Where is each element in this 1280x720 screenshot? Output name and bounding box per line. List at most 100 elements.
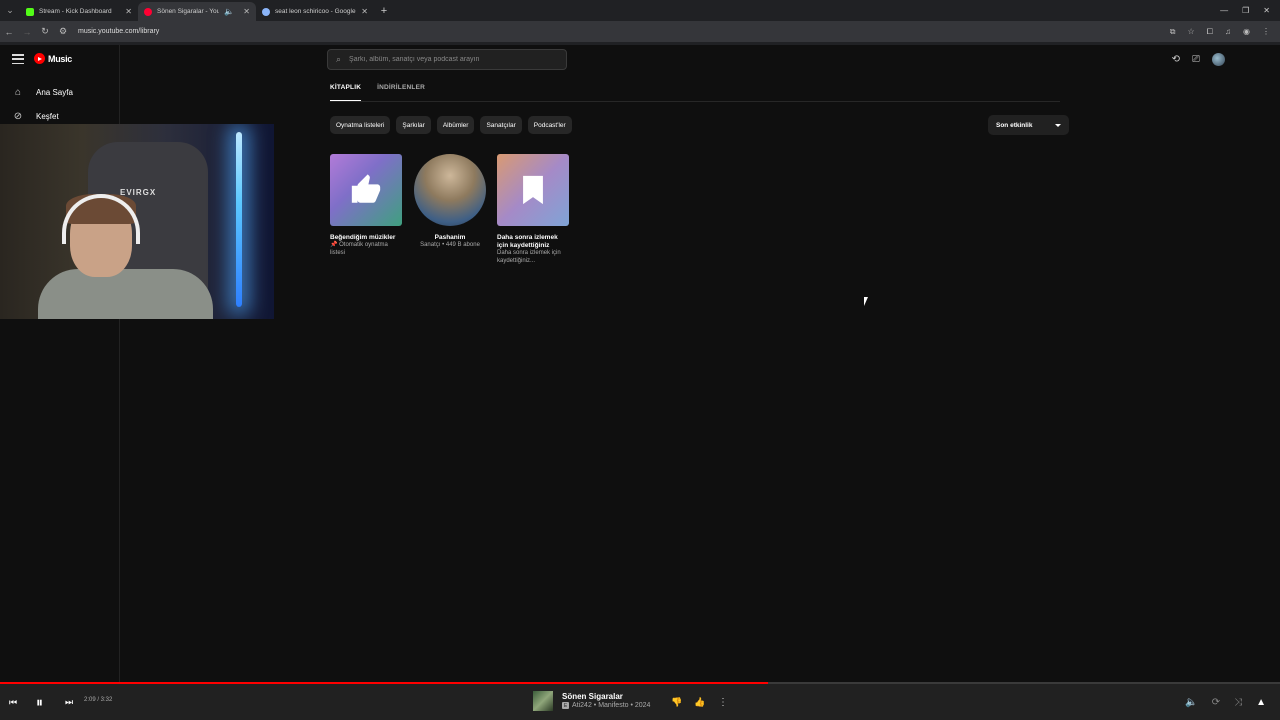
dropdown-caret-icon [1055,123,1061,127]
card-title: Pashanim [434,234,466,241]
google-favicon-icon [262,7,270,16]
card-subtitle: Sanatçı • 449 B abone [420,242,480,248]
minimize-icon[interactable]: — [1220,6,1228,15]
sort-label: Son etkinlik [996,121,1033,129]
expand-player-icon[interactable]: ▲ [1256,697,1266,708]
led-light-bar [236,132,242,307]
browser-tab-google[interactable]: seat leon schiricoo - Google'da ✕ [256,2,374,21]
search-box[interactable]: ⌕ [327,49,567,70]
tab-title: Stream - Kick Dashboard [39,8,112,15]
tab-title: seat leon schiricoo - Google'da [275,8,357,15]
bookmark-star-icon[interactable]: ☆ [1187,27,1194,36]
reload-icon[interactable]: ↻ [36,26,54,37]
time-readout: 2:09 / 3:32 [84,697,113,703]
close-tab-icon[interactable]: ✕ [361,7,368,16]
shuffle-icon[interactable]: ⤨ [1234,697,1242,708]
mouse-cursor-icon [864,297,868,306]
play-logo-icon [34,53,45,64]
close-window-icon[interactable]: ✕ [1263,6,1270,15]
site-info-icon[interactable]: ⚙ [54,26,72,37]
tab-downloads[interactable]: İNDİRİLENLER [377,80,425,101]
track-subtitle: E Ati242 • Manifesto • 2024 [562,702,650,709]
hamburger-menu-icon[interactable] [12,54,24,64]
album-art[interactable] [533,691,553,711]
back-icon[interactable]: ← [0,27,18,37]
close-tab-icon[interactable]: ✕ [125,7,132,16]
browser-menu-icon[interactable]: ⋮ [1262,27,1270,36]
tab-title: Sönen Sigaralar - YouTube [157,8,220,15]
more-options-icon[interactable]: ⋮ [718,684,728,720]
window-controls: — ❐ ✕ [1220,6,1280,15]
artist-avatar [414,154,486,226]
address-bar: ← → ↻ ⚙ music.youtube.com/library ⧉ ☆ ⧠ … [0,21,1280,42]
compass-icon: ⊘ [13,110,23,122]
new-tab-icon[interactable]: + [374,5,394,17]
chip-artists[interactable]: Sanatçılar [480,116,522,134]
close-tab-icon[interactable]: ✕ [243,7,250,16]
chip-podcasts[interactable]: Podcast'ler [527,116,572,134]
search-input[interactable] [349,56,550,63]
sidebar-item-explore[interactable]: ⊘ Keşfet [12,110,59,122]
library-card-watch-later[interactable]: Daha sonra izlemek için kaydettiğiniz Da… [497,154,569,265]
home-icon: ⌂ [14,86,22,98]
player-right-controls: 🔈 ⟳ ⤨ ▲ [1185,684,1266,720]
tab-library[interactable]: KİTAPLIK [330,80,362,101]
thumbs-up-icon [351,174,381,203]
profile-icon[interactable]: ◉ [1243,27,1250,36]
library-card-artist[interactable]: Pashanim Sanatçı • 449 B abone [414,154,486,250]
pause-icon[interactable]: ⏸ [36,684,43,720]
browser-tab-youtube[interactable]: Sönen Sigaralar - YouTube 🔈 ✕ [138,2,256,21]
player-bar: ⏮ ⏸ ⏭ 2:09 / 3:32 Sönen Sigaralar E Ati2… [0,684,1280,720]
library-card-liked-music[interactable]: Beğendiğim müzikler 📌 Otomatik oynatma l… [330,154,402,257]
youtube-favicon-icon [144,7,152,16]
sort-dropdown[interactable]: Son etkinlik [988,115,1069,135]
dislike-icon[interactable]: 👎 [671,684,682,720]
card-title: Daha sonra izlemek için kaydettiğiniz [497,234,558,249]
header-actions: ⟲ ⎚ [1172,53,1225,66]
toolbar-divider [0,42,1280,45]
track-subtitle-text[interactable]: Ati242 • Manifesto • 2024 [572,702,650,709]
next-track-icon[interactable]: ⏭ [65,684,73,720]
filter-chips: Oynatma listeleri Şarkılar Albümler Sana… [330,116,572,134]
kick-favicon-icon [26,7,34,16]
pin-icon: 📌 [330,242,340,248]
youtube-music-logo[interactable]: Music [34,53,72,64]
avatar[interactable] [1212,53,1225,66]
chip-songs[interactable]: Şarkılar [396,116,431,134]
person-body [38,269,213,319]
repeat-icon[interactable]: ⟳ [1212,697,1220,708]
media-controls-icon[interactable]: ♫ [1225,27,1231,36]
watch-later-thumbnail [497,154,569,226]
track-title[interactable]: Sönen Sigaralar [562,692,623,701]
card-subtitle: 📌 Otomatik oynatma listesi [330,242,402,257]
chip-albums[interactable]: Albümler [436,116,475,134]
library-tabs: KİTAPLIK İNDİRİLENLER [330,80,1060,102]
forward-icon[interactable]: → [18,27,36,37]
restore-icon[interactable]: ❐ [1242,6,1249,15]
browser-tab-strip: ⌄ Stream - Kick Dashboard ✕ Sönen Sigara… [0,0,1280,21]
history-icon[interactable]: ⟲ [1172,54,1180,65]
tab-search-icon[interactable]: ⌄ [0,0,20,21]
like-icon[interactable]: 👍 [694,684,705,720]
logo-text: Music [48,53,73,64]
card-subtitle: Daha sonra izlemek için kaydettiğiniz... [497,250,561,264]
previous-track-icon[interactable]: ⏮ [9,684,17,720]
webcam-overlay: EVIRGX [0,124,274,319]
liked-music-thumbnail [330,154,402,226]
extensions-icon[interactable]: ⧠ [1207,27,1213,37]
url-field[interactable]: music.youtube.com/library [78,28,159,35]
speaker-icon[interactable]: 🔈 [224,7,234,16]
browser-tab-kick[interactable]: Stream - Kick Dashboard ✕ [20,2,138,21]
explicit-icon: E [562,702,569,709]
card-subtitle-text: Otomatik oynatma listesi [330,242,388,256]
sidebar-item-label: Keşfet [36,111,59,121]
card-title: Beğendiğim müzikler [330,234,396,241]
bookmark-icon [523,175,543,205]
install-app-icon[interactable]: ⧉ [1170,27,1176,37]
sidebar-item-label: Ana Sayfa [36,87,73,97]
cast-icon[interactable]: ⎚ [1192,54,1200,65]
search-icon: ⌕ [336,54,342,64]
chip-playlists[interactable]: Oynatma listeleri [330,116,391,134]
volume-icon[interactable]: 🔈 [1185,697,1197,708]
sidebar-item-home[interactable]: ⌂ Ana Sayfa [12,86,73,98]
